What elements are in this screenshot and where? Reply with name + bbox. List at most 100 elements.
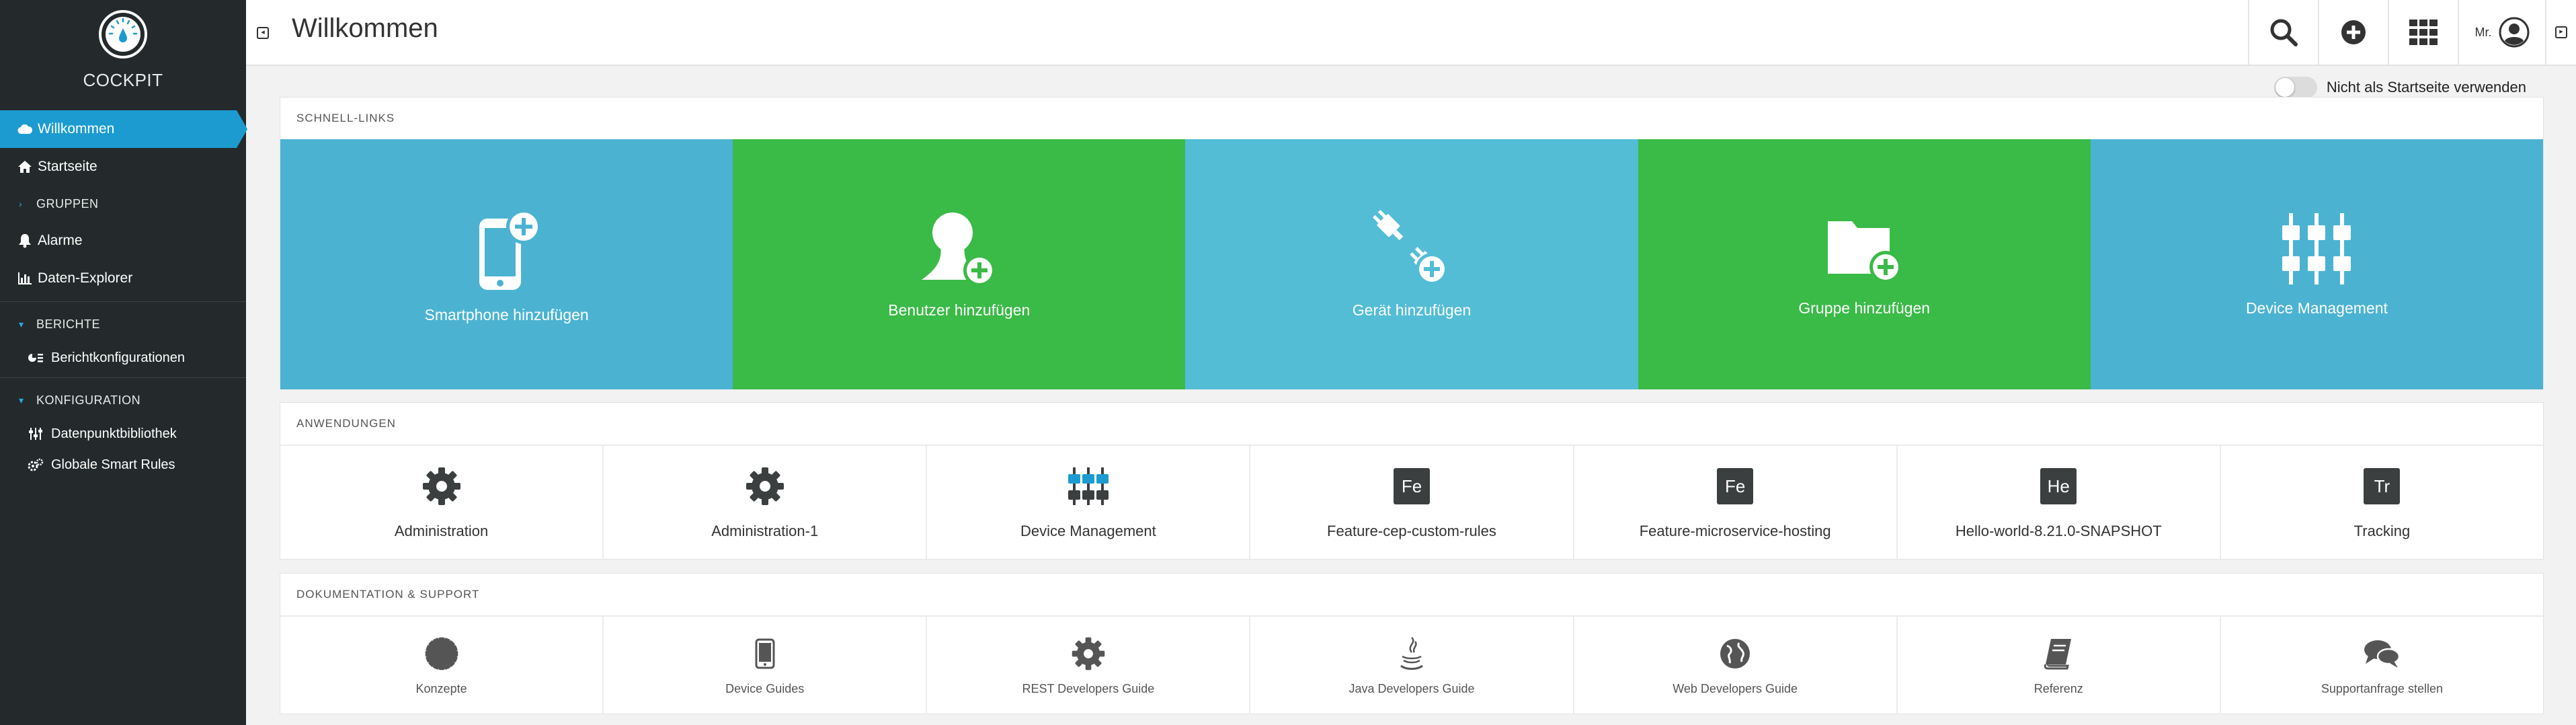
- page-title: Willkommen: [292, 13, 438, 43]
- sidebar-item-alarme[interactable]: Alarme: [0, 222, 246, 260]
- home-icon: [16, 160, 34, 174]
- cloud-icon: [16, 124, 34, 135]
- user-avatar-icon: [2499, 17, 2529, 48]
- applications-card: ANWENDUNGEN Administration Administratio…: [280, 402, 2544, 560]
- search-icon: [2270, 19, 2298, 46]
- user-menu-button[interactable]: Mr.: [2458, 0, 2545, 65]
- sidebar-item-globale-smart-rules[interactable]: Globale Smart Rules: [0, 449, 246, 480]
- sidebar-item-label: Berichtkonfigurationen: [51, 350, 186, 365]
- cockpit-logo-icon: [99, 10, 147, 59]
- app-label: Feature-cep-custom-rules: [1327, 523, 1496, 539]
- sidebar-group-gruppen[interactable]: › GRUPPEN: [0, 186, 246, 222]
- chevron-right-icon: ›: [19, 198, 23, 209]
- sidebar-item-label: Datenpunktbibliothek: [51, 426, 177, 441]
- tile-add-device[interactable]: Gerät hinzufügen: [1185, 139, 1638, 389]
- cog-icon: [425, 637, 458, 670]
- doc-label: Supportanfrage stellen: [2321, 681, 2443, 695]
- user-add-icon: [921, 212, 996, 287]
- card-title: SCHNELL-LINKS: [296, 112, 395, 124]
- app-administration[interactable]: Administration: [280, 446, 604, 559]
- home-page-toggle[interactable]: Nicht als Startseite verwenden: [2273, 77, 2526, 98]
- tile-label: Benutzer hinzufügen: [888, 301, 1031, 319]
- tile-add-user[interactable]: Benutzer hinzufügen: [733, 139, 1186, 389]
- chat-icon: [2364, 640, 2401, 668]
- sidebar-group-berichte[interactable]: ▾ BERICHTE: [0, 306, 246, 342]
- sidebar-nav: Willkommen Startseite › GRUPPEN Alarme D…: [0, 110, 247, 480]
- doc-support-request[interactable]: Supportanfrage stellen: [2221, 617, 2543, 715]
- sidebar-item-label: Startseite: [38, 159, 97, 174]
- doc-rest-developers-guide[interactable]: REST Developers Guide: [927, 617, 1251, 715]
- doc-konzepte[interactable]: Konzepte: [280, 617, 604, 715]
- plus-circle-icon: [2341, 20, 2366, 44]
- sidebar-item-label: Globale Smart Rules: [51, 457, 175, 472]
- expand-icon: ▸: [2555, 26, 2567, 38]
- globe-icon: [1720, 638, 1750, 669]
- doc-label: Web Developers Guide: [1673, 681, 1798, 695]
- app-administration-1[interactable]: Administration-1: [604, 446, 928, 559]
- quick-links-card: SCHNELL-LINKS Smartphone hinzufügen Benu…: [280, 97, 2544, 389]
- doc-web-developers-guide[interactable]: Web Developers Guide: [1574, 617, 1898, 715]
- bell-icon: [16, 233, 34, 248]
- app-badge: Tr: [2364, 468, 2401, 504]
- top-bar: ◂ Willkommen Mr. ▸: [246, 0, 2576, 66]
- doc-java-developers-guide[interactable]: Java Developers Guide: [1250, 617, 1574, 715]
- gear-icon: [422, 467, 460, 505]
- doc-label: Device Guides: [725, 681, 805, 695]
- brand[interactable]: COCKPIT: [0, 0, 246, 101]
- app-tracking[interactable]: Tr Tracking: [2221, 446, 2543, 559]
- doc-device-guides[interactable]: Device Guides: [604, 617, 928, 715]
- sidebar-group-konfiguration[interactable]: ▾ KONFIGURATION: [0, 382, 246, 418]
- divider: [0, 377, 246, 378]
- sidebar-item-label: Willkommen: [38, 121, 115, 137]
- grid-icon: [2409, 20, 2438, 45]
- bar-chart-icon: [16, 272, 34, 285]
- gear-icon: [746, 467, 784, 505]
- sidebar-group-label: KONFIGURATION: [36, 393, 141, 407]
- app-feature-microservice-hosting[interactable]: Fe Feature-microservice-hosting: [1574, 446, 1898, 559]
- toggle-switch[interactable]: [2273, 77, 2317, 98]
- app-device-management[interactable]: Device Management: [927, 446, 1251, 559]
- doc-label: REST Developers Guide: [1022, 681, 1155, 695]
- collapse-sidebar-button[interactable]: ◂: [257, 27, 269, 39]
- tile-device-management[interactable]: Device Management: [2090, 139, 2544, 389]
- app-badge: Fe: [1717, 468, 1754, 504]
- sidebar-item-berichtkonfigurationen[interactable]: Berichtkonfigurationen: [0, 342, 246, 373]
- sidebar-item-label: Daten-Explorer: [38, 270, 133, 286]
- search-button[interactable]: [2248, 0, 2318, 65]
- tile-add-group[interactable]: Gruppe hinzufügen: [1638, 139, 2091, 389]
- app-label: Administration: [394, 523, 489, 539]
- sidebar-item-datenpunktbibliothek[interactable]: Datenpunktbibliothek: [0, 418, 246, 449]
- folder-add-icon: [1828, 221, 1902, 283]
- sidebar-item-willkommen[interactable]: Willkommen: [0, 110, 247, 148]
- add-button[interactable]: [2318, 0, 2388, 65]
- phone-icon: [755, 638, 775, 669]
- app-badge: He: [2040, 468, 2077, 504]
- app-feature-cep-custom-rules[interactable]: Fe Feature-cep-custom-rules: [1250, 446, 1574, 559]
- top-actions: Mr. ▸: [2248, 0, 2576, 65]
- brand-name: COCKPIT: [83, 70, 163, 90]
- tile-label: Device Management: [2245, 299, 2388, 317]
- app-hello-world[interactable]: He Hello-world-8.21.0-SNAPSHOT: [1898, 446, 2221, 559]
- app-badge: Fe: [1393, 468, 1430, 504]
- right-drawer-toggle[interactable]: ▸: [2545, 0, 2576, 65]
- doc-label: Konzepte: [415, 681, 467, 695]
- tile-label: Gruppe hinzufügen: [1798, 299, 1931, 317]
- app-label: Feature-microservice-hosting: [1639, 523, 1831, 539]
- chevron-down-icon: ▾: [19, 394, 24, 406]
- app-switcher-button[interactable]: [2388, 0, 2458, 65]
- sidebar-item-daten-explorer[interactable]: Daten-Explorer: [0, 260, 246, 297]
- app-label: Device Management: [1020, 523, 1156, 539]
- sliders-icon: [27, 427, 44, 441]
- app-label: Tracking: [2353, 523, 2411, 539]
- documentation-card: DOKUMENTATION & SUPPORT Konzepte Device …: [280, 573, 2544, 715]
- doc-label: Java Developers Guide: [1349, 681, 1475, 695]
- sidebar-item-startseite[interactable]: Startseite: [0, 148, 246, 186]
- documentation-list: Konzepte Device Guides REST Developers G…: [280, 615, 2543, 715]
- sidebar: COCKPIT Willkommen Startseite › GRUPPEN …: [0, 0, 247, 725]
- device-management-icon: [1068, 467, 1109, 505]
- tile-add-smartphone[interactable]: Smartphone hinzufügen: [280, 139, 733, 389]
- card-title: DOKUMENTATION & SUPPORT: [296, 588, 480, 601]
- toggle-label: Nicht als Startseite verwenden: [2326, 79, 2526, 96]
- cogs-icon: [27, 458, 44, 471]
- doc-referenz[interactable]: Referenz: [1898, 617, 2221, 715]
